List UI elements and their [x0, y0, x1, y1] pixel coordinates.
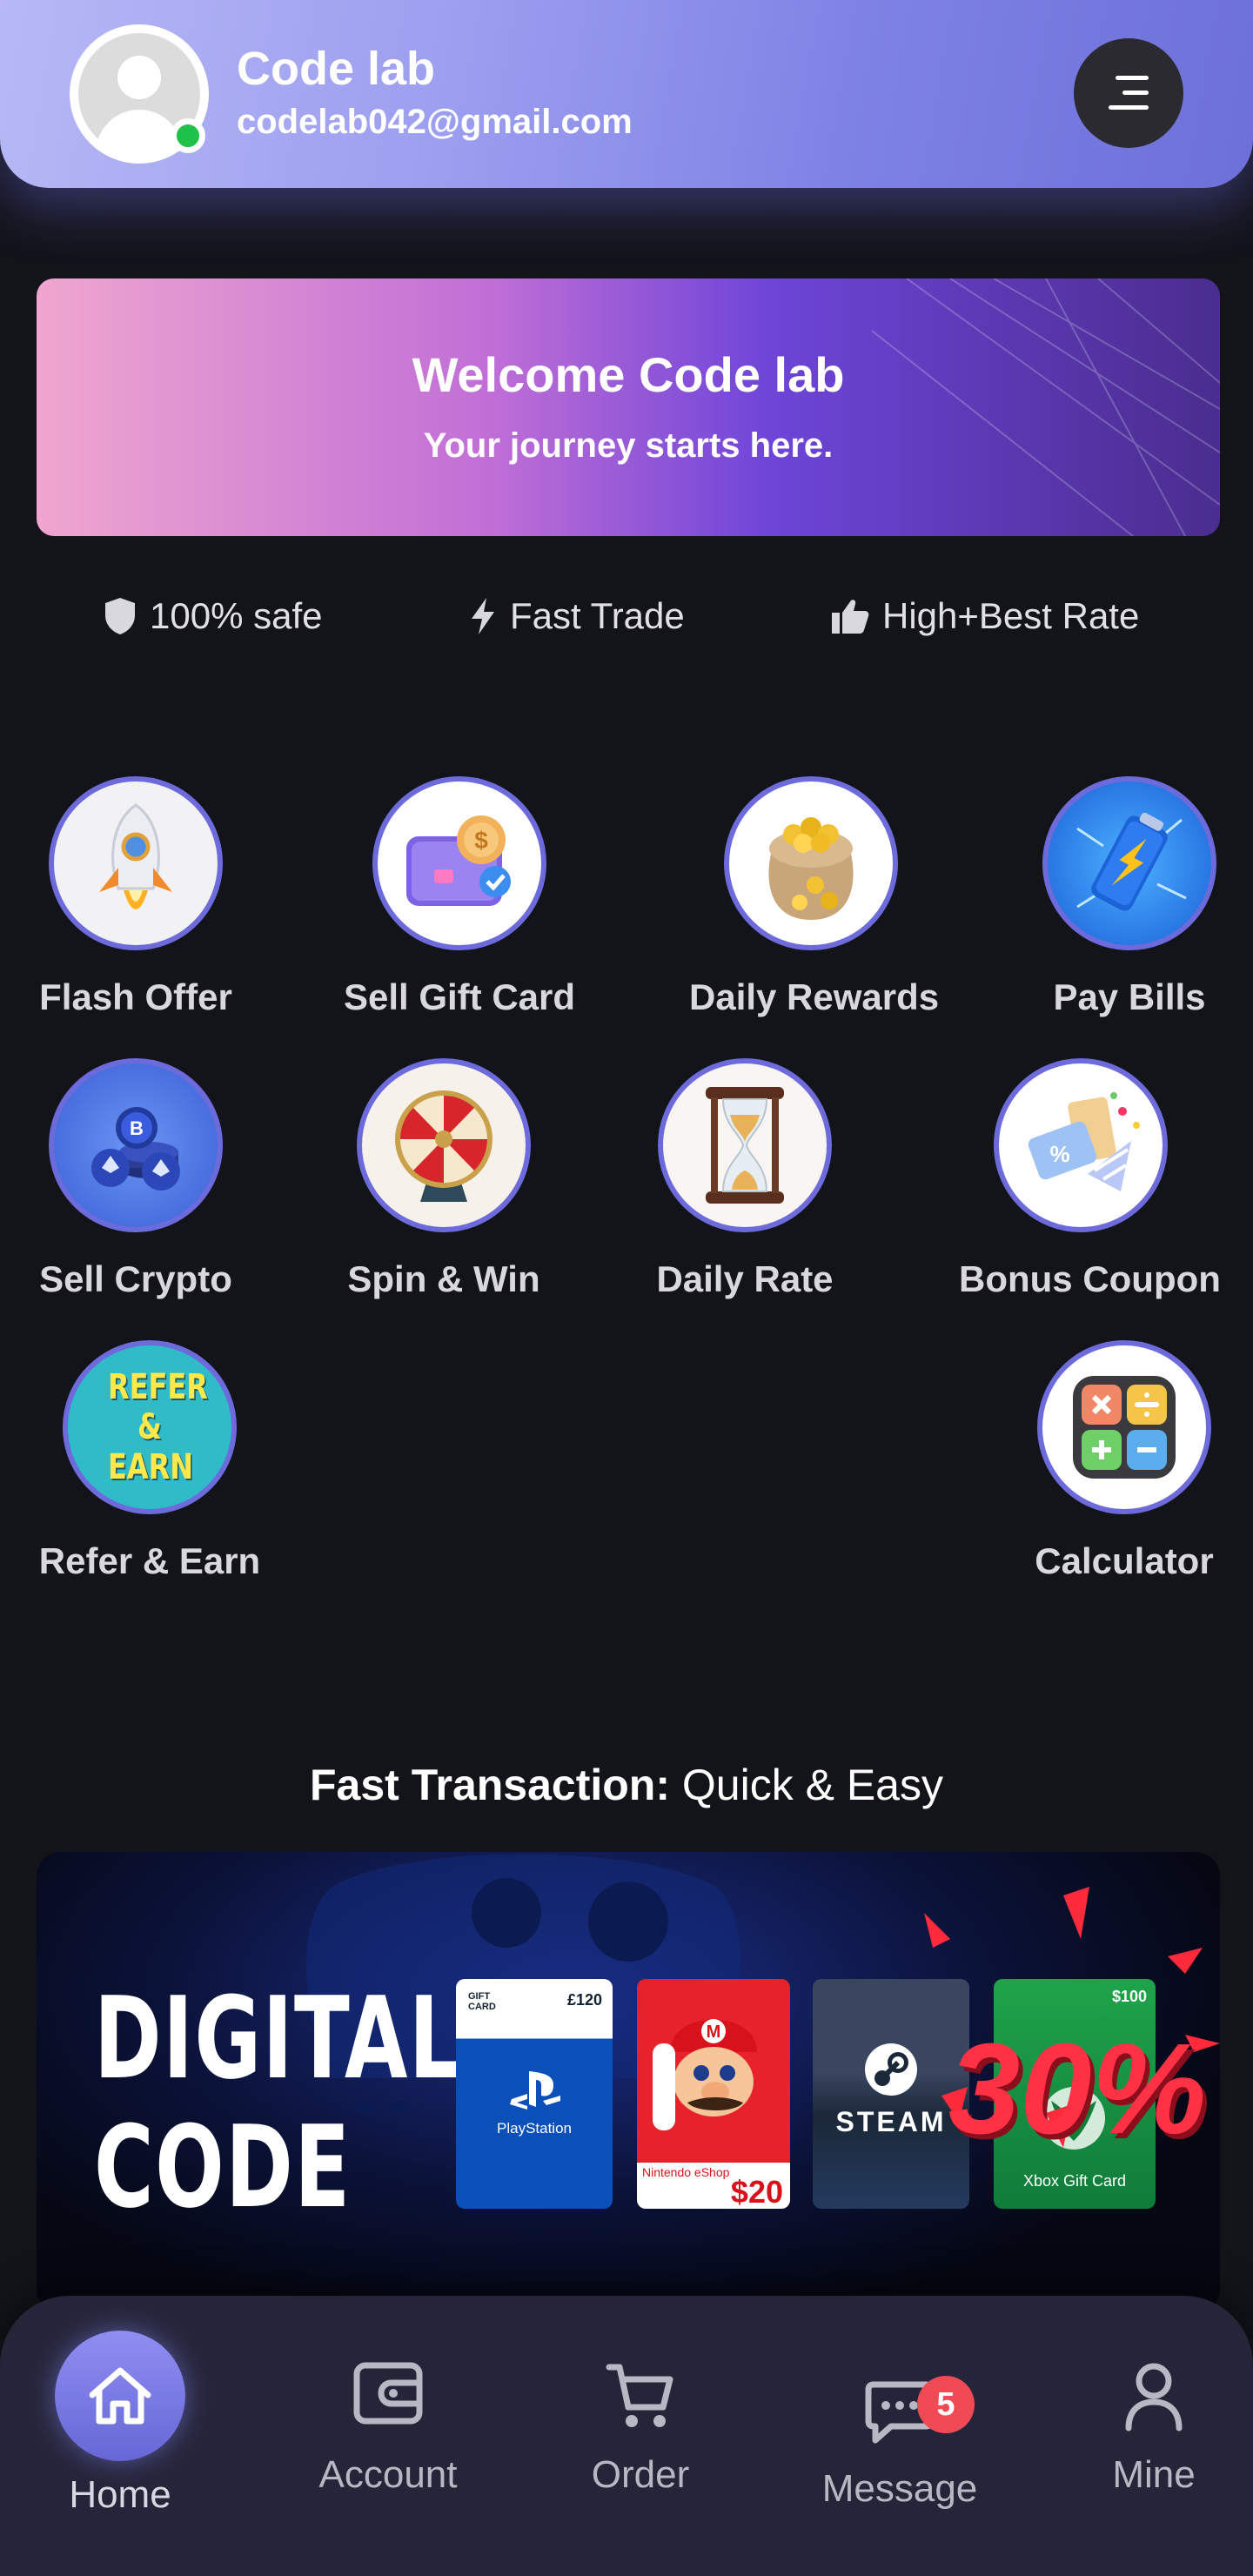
- menu-button[interactable]: [1074, 38, 1183, 148]
- promo-line-1: DIGITAL: [94, 1972, 462, 2104]
- prize-wheel-icon: [357, 1058, 531, 1232]
- nav-account[interactable]: Account: [284, 2362, 492, 2497]
- hourglass-icon: [658, 1058, 832, 1232]
- nav-order[interactable]: Order: [536, 2362, 745, 2497]
- svg-text:M: M: [707, 2023, 721, 2042]
- cart-icon: [606, 2364, 673, 2427]
- service-label: Refer & Earn: [38, 1540, 261, 1581]
- svg-text:%: %: [1049, 1141, 1069, 1167]
- service-label: Sell Gift Card: [343, 976, 576, 1017]
- discount-text: 30%: [948, 2017, 1207, 2161]
- banner-decoration: [872, 278, 1220, 536]
- nav-mine[interactable]: Mine: [1049, 2362, 1253, 2497]
- service-label: Flash Offer: [39, 976, 232, 1017]
- feature-label: High+Best Rate: [882, 595, 1140, 636]
- card-value: £120: [566, 1991, 602, 2009]
- wallet-icon: [353, 2362, 423, 2425]
- service-pay-bills[interactable]: Pay Bills: [1008, 776, 1251, 1018]
- svg-text:B: B: [130, 1117, 144, 1139]
- person-icon: [1125, 2363, 1183, 2432]
- service-label: Daily Rate: [656, 1258, 834, 1299]
- promo-line-2: CODE: [94, 2101, 352, 2233]
- welcome-title: Welcome Code lab: [412, 347, 845, 402]
- service-label: Sell Crypto: [39, 1258, 232, 1299]
- wallet-coin-icon: $: [372, 776, 546, 950]
- shield-icon: [105, 598, 135, 634]
- rocket-icon: [49, 776, 223, 950]
- card-name: Nintendo eShop: [642, 2165, 730, 2179]
- nintendo-eshop-card: M Nintendo eShop $20: [637, 1979, 790, 2209]
- lightning-icon: [472, 598, 494, 634]
- service-flash-offer[interactable]: Flash Offer: [14, 776, 258, 1018]
- nav-label: Order: [591, 2453, 690, 2496]
- service-calculator[interactable]: Calculator: [1002, 1340, 1246, 1582]
- feature-fast-trade: Fast Trade: [468, 592, 685, 641]
- service-label: Pay Bills: [1053, 976, 1206, 1017]
- bottom-nav: Home Account Order 5 Message Mine: [0, 2296, 1253, 2576]
- nav-label: Account: [318, 2453, 458, 2496]
- feature-safe: 100% safe: [103, 592, 322, 641]
- service-label: Bonus Coupon: [959, 1258, 1221, 1299]
- feature-label: Fast Trade: [510, 595, 685, 636]
- refer-earn-badge-text: REFER & EARN: [108, 1367, 208, 1487]
- card-tag: GIFT CARD: [468, 1991, 496, 2012]
- service-sell-crypto[interactable]: B Sell Crypto: [14, 1058, 258, 1300]
- nav-label: Mine: [1112, 2453, 1196, 2496]
- fast-transaction-bold: Fast Transaction:: [310, 1761, 670, 1809]
- user-name: Code lab: [237, 43, 436, 95]
- digital-code-promo-banner[interactable]: DIGITAL CODE GIFT CARD £120 PlayStation …: [37, 1852, 1220, 2313]
- service-daily-rate[interactable]: Daily Rate: [623, 1058, 867, 1300]
- playstation-gift-card: GIFT CARD £120 PlayStation: [456, 1979, 613, 2209]
- mario-icon: M: [653, 2019, 757, 2130]
- card-name: PlayStation: [497, 2120, 572, 2137]
- online-status-dot: [171, 118, 205, 153]
- welcome-subtitle: Your journey starts here.: [423, 426, 834, 465]
- fast-transaction-heading: Fast Transaction: Quick & Easy: [0, 1760, 1253, 1810]
- fast-transaction-rest: Quick & Easy: [670, 1761, 943, 1809]
- nav-message[interactable]: 5 Message: [795, 2376, 1004, 2511]
- service-label: Daily Rewards: [689, 976, 940, 1017]
- nav-home[interactable]: Home: [16, 2331, 224, 2517]
- welcome-banner: Welcome Code lab Your journey starts her…: [37, 278, 1220, 536]
- nav-label: Home: [69, 2473, 171, 2516]
- service-label: Spin & Win: [347, 1258, 540, 1299]
- user-email: codelab042@gmail.com: [237, 103, 633, 141]
- service-bonus-coupon[interactable]: % Bonus Coupon: [959, 1058, 1221, 1300]
- playstation-logo-icon: [510, 2071, 560, 2110]
- menu-icon: [1109, 76, 1149, 111]
- gold-sack-icon: [724, 776, 898, 950]
- digital-code-text: DIGITAL CODE: [94, 1974, 462, 2231]
- crypto-coins-icon: B: [49, 1058, 223, 1232]
- nav-label: Message: [821, 2467, 978, 2510]
- service-daily-rewards[interactable]: Daily Rewards: [689, 776, 940, 1018]
- coupon-icon: %: [994, 1058, 1168, 1232]
- feature-best-rate: High+Best Rate: [830, 592, 1139, 641]
- home-icon: [55, 2331, 185, 2461]
- service-sell-gift-card[interactable]: $ Sell Gift Card: [338, 776, 581, 1018]
- thumbs-up-icon: [832, 600, 869, 634]
- service-label: Calculator: [1035, 1540, 1214, 1581]
- service-spin-win[interactable]: Spin & Win: [322, 1058, 566, 1300]
- profile-header: Code lab codelab042@gmail.com: [0, 0, 1253, 188]
- card-value: $20: [730, 2174, 783, 2209]
- refer-earn-icon: REFER & EARN: [63, 1340, 237, 1514]
- calculator-icon: [1037, 1340, 1211, 1514]
- feature-label: 100% safe: [150, 595, 323, 636]
- battery-icon: [1042, 776, 1216, 950]
- service-refer-earn[interactable]: REFER & EARN Refer & Earn: [28, 1340, 271, 1582]
- message-count-badge: 5: [917, 2376, 975, 2433]
- svg-text:$: $: [474, 827, 488, 854]
